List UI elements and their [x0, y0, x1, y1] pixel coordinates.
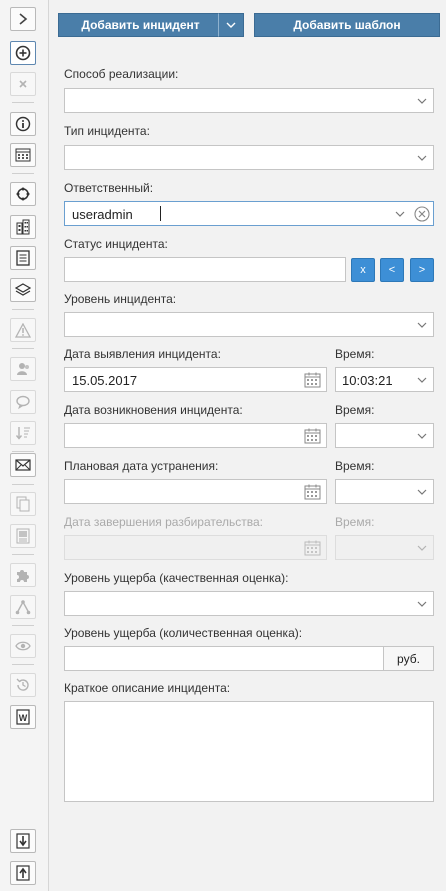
add-circle-icon[interactable] — [10, 41, 36, 65]
status-label: Статус инцидента: — [64, 237, 168, 251]
status-prev-button[interactable]: < — [380, 258, 404, 282]
status-next-label: > — [418, 264, 426, 276]
close-icon[interactable] — [10, 72, 36, 96]
damage-quality-select[interactable] — [64, 591, 434, 616]
chevron-down-icon — [226, 22, 236, 28]
chevron-down-icon — [417, 375, 427, 385]
copy-icon[interactable] — [10, 492, 36, 516]
chevron-right-icon[interactable] — [10, 7, 36, 31]
occur-date-label: Дата возникновения инцидента: — [64, 403, 243, 417]
refresh-icon[interactable] — [10, 182, 36, 206]
description-textarea[interactable] — [64, 701, 434, 802]
clear-icon[interactable] — [414, 206, 430, 222]
damage-quantity-label: Уровень ущерба (количественная оценка): — [64, 626, 303, 640]
currency-addon: руб. — [383, 646, 434, 671]
planned-time-select[interactable] — [335, 479, 434, 504]
warning-icon[interactable] — [10, 318, 36, 342]
detect-time-select[interactable]: 10:03:21 — [335, 367, 434, 392]
chevron-down-icon — [395, 209, 405, 219]
upload-icon[interactable] — [10, 861, 36, 885]
word-icon[interactable]: W — [10, 705, 36, 729]
add-incident-button[interactable]: Добавить инцидент — [58, 13, 223, 37]
mail-icon[interactable] — [10, 453, 36, 477]
responsible-combobox[interactable]: useradmin — [64, 201, 434, 226]
add-template-label: Добавить шаблон — [293, 18, 401, 32]
calendar-icon[interactable] — [304, 484, 321, 500]
chevron-down-icon — [417, 487, 427, 497]
add-template-button[interactable]: Добавить шаблон — [254, 13, 440, 37]
occur-date-field[interactable] — [64, 423, 327, 448]
chevron-down-icon — [417, 153, 427, 163]
building-icon[interactable] — [10, 215, 36, 239]
eye-icon[interactable] — [10, 634, 36, 658]
status-clear-label: x — [360, 264, 366, 276]
chevron-down-icon — [417, 431, 427, 441]
chevron-down-icon — [417, 320, 427, 330]
damage-quality-label: Уровень ущерба (качественная оценка): — [64, 571, 289, 585]
svg-text:W: W — [19, 713, 28, 723]
report-icon[interactable] — [10, 524, 36, 548]
incident-form-panel: Добавить инцидент Добавить шаблон Способ… — [49, 0, 446, 891]
calendar-grid-icon[interactable] — [10, 143, 36, 167]
document-list-icon[interactable] — [10, 246, 36, 270]
method-label: Способ реализации: — [64, 67, 179, 81]
history-icon[interactable] — [10, 673, 36, 697]
level-select[interactable] — [64, 312, 434, 337]
download-icon[interactable] — [10, 829, 36, 853]
type-select[interactable] — [64, 145, 434, 170]
sidebar: W — [0, 0, 49, 891]
currency-label: руб. — [397, 651, 420, 666]
finish-date-field — [64, 535, 327, 560]
info-icon[interactable] — [10, 112, 36, 136]
sort-down-icon[interactable] — [10, 421, 36, 445]
calendar-icon[interactable] — [304, 428, 321, 444]
status-clear-button[interactable]: x — [351, 258, 375, 282]
type-label: Тип инцидента: — [64, 124, 150, 138]
planned-time-label: Время: — [335, 459, 375, 473]
responsible-value: useradmin — [72, 207, 133, 222]
responsible-label: Ответственный: — [64, 181, 154, 195]
finish-time-label: Время: — [335, 515, 375, 529]
planned-date-label: Плановая дата устранения: — [64, 459, 219, 473]
method-select[interactable] — [64, 88, 434, 113]
detect-time-value: 10:03:21 — [342, 373, 393, 388]
calendar-icon[interactable] — [304, 372, 321, 388]
occur-time-select[interactable] — [335, 423, 434, 448]
status-field[interactable] — [64, 257, 346, 282]
damage-quantity-input[interactable] — [64, 646, 384, 671]
finish-time-select — [335, 535, 434, 560]
detect-date-field[interactable]: 15.05.2017 — [64, 367, 327, 392]
status-next-button[interactable]: > — [410, 258, 434, 282]
level-label: Уровень инцидента: — [64, 292, 177, 306]
tree-icon[interactable] — [10, 595, 36, 619]
detect-time-label: Время: — [335, 347, 375, 361]
layers-icon[interactable] — [10, 278, 36, 302]
add-incident-label: Добавить инцидент — [81, 18, 200, 32]
chevron-down-icon — [417, 599, 427, 609]
occur-time-label: Время: — [335, 403, 375, 417]
puzzle-icon[interactable] — [10, 563, 36, 587]
detect-date-value: 15.05.2017 — [72, 373, 138, 388]
planned-date-field[interactable] — [64, 479, 327, 504]
text-cursor — [160, 206, 161, 221]
chevron-down-icon — [417, 96, 427, 106]
detect-date-label: Дата выявления инцидента: — [64, 347, 221, 361]
chevron-down-icon — [417, 543, 427, 553]
chat-icon[interactable] — [10, 390, 36, 414]
users-icon[interactable] — [10, 357, 36, 381]
calendar-icon — [304, 540, 321, 556]
add-incident-dropdown[interactable] — [218, 13, 244, 37]
description-label: Краткое описание инцидента: — [64, 681, 231, 695]
status-prev-label: < — [388, 264, 396, 276]
finish-date-label: Дата завершения разбирательства: — [64, 515, 264, 529]
